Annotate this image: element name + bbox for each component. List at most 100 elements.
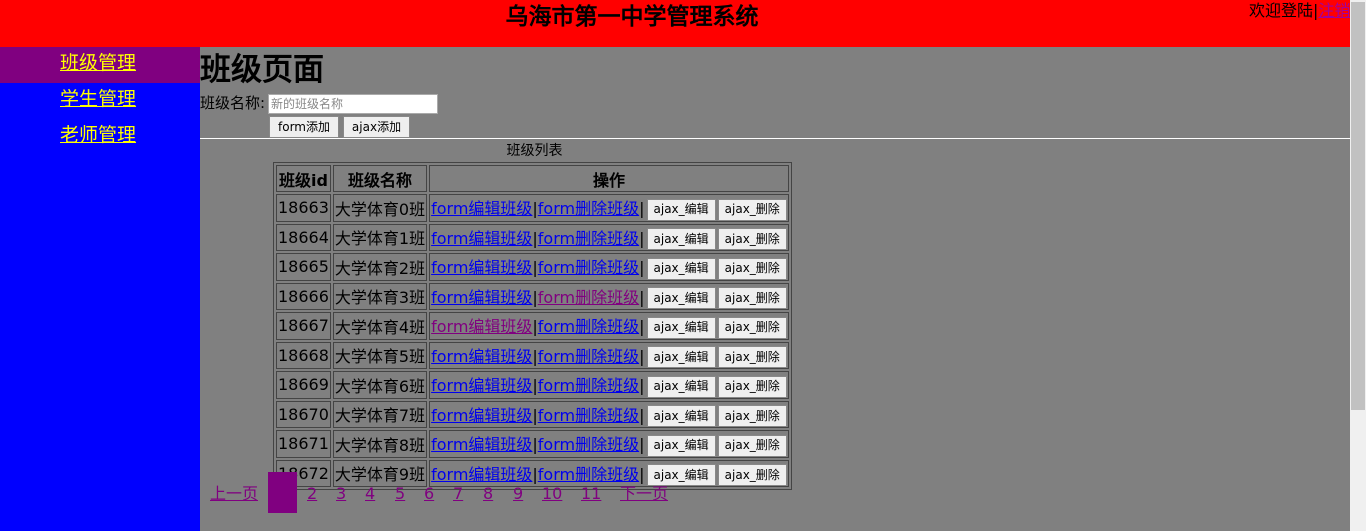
next-page-link[interactable]: 下一页 xyxy=(620,484,668,504)
page-link-8[interactable]: 8 xyxy=(483,484,493,504)
prev-page-link[interactable]: 上一页 xyxy=(210,484,258,504)
link-separator: | xyxy=(639,258,645,277)
ajax-delete-button[interactable]: ajax_删除 xyxy=(717,316,787,339)
class-id-cell: 18668 xyxy=(276,341,331,369)
form-edit-class-link[interactable]: form编辑班级 xyxy=(431,199,532,218)
link-separator: | xyxy=(639,199,645,218)
link-separator: | xyxy=(639,376,645,395)
class-name-cell: 大学体育2班 xyxy=(332,253,428,281)
page-link-4[interactable]: 4 xyxy=(365,484,375,504)
form-edit-class-link[interactable]: form编辑班级 xyxy=(431,258,532,277)
form-delete-class-link[interactable]: form删除班级 xyxy=(538,406,639,425)
class-name-input[interactable] xyxy=(268,94,438,114)
table-header-row: 班级id 班级名称 操作 xyxy=(276,165,789,192)
class-name-label: 班级名称: xyxy=(200,94,266,112)
actions-cell: form编辑班级|form删除班级| ajax_编辑 ajax_删除 xyxy=(429,194,789,222)
ajax-delete-button[interactable]: ajax_删除 xyxy=(717,287,787,309)
table-row: 18670 大学体育7班 form编辑班级|form删除班级| ajax_编辑 ajax… xyxy=(276,400,789,428)
column-header-actions: 操作 xyxy=(429,165,789,192)
page-link-3[interactable]: 3 xyxy=(336,484,346,504)
sidebar-item-teacher-management[interactable]: 老师管理 xyxy=(0,119,200,155)
form-edit-class-link[interactable]: form编辑班级 xyxy=(431,229,532,248)
link-separator: | xyxy=(639,405,645,425)
sidebar-item-student-management[interactable]: 学生管理 xyxy=(0,83,200,119)
class-name-cell: 大学体育6班 xyxy=(332,371,428,399)
form-add-button[interactable]: form添加 xyxy=(269,116,339,138)
divider xyxy=(200,138,1350,139)
form-edit-class-link[interactable]: form编辑班级 xyxy=(431,376,532,395)
ajax-edit-button[interactable]: ajax_编辑 xyxy=(646,228,716,250)
ajax-edit-button[interactable]: ajax_编辑 xyxy=(646,257,716,280)
link-separator: | xyxy=(639,346,645,366)
sidebar-item-label[interactable]: 老师管理 xyxy=(60,123,136,147)
page-link-5[interactable]: 5 xyxy=(395,484,405,504)
sidebar-item-label[interactable]: 班级管理 xyxy=(60,51,136,75)
link-separator: | xyxy=(639,287,645,307)
ajax-edit-button[interactable]: ajax_编辑 xyxy=(646,198,716,221)
sidebar-item-label[interactable]: 学生管理 xyxy=(60,87,136,111)
ajax-edit-button[interactable]: ajax_编辑 xyxy=(646,346,716,368)
ajax-add-button[interactable]: ajax添加 xyxy=(343,116,410,138)
class-name-cell: 大学体育7班 xyxy=(332,400,428,428)
current-page-number: 1 xyxy=(278,484,289,503)
ajax-edit-button[interactable]: ajax_编辑 xyxy=(646,434,716,457)
site-title: 乌海市第一中学管理系统 xyxy=(505,4,759,30)
column-header-id: 班级id xyxy=(276,165,331,192)
ajax-delete-button[interactable]: ajax_删除 xyxy=(717,375,787,398)
ajax-delete-button[interactable]: ajax_删除 xyxy=(717,405,787,427)
ajax-delete-button[interactable]: ajax_删除 xyxy=(717,198,787,221)
form-delete-class-link[interactable]: form删除班级 xyxy=(538,229,639,248)
class-id-cell: 18669 xyxy=(276,371,331,399)
actions-cell: form编辑班级|form删除班级| ajax_编辑 ajax_删除 xyxy=(429,253,789,281)
table-row: 18665 大学体育2班 form编辑班级|form删除班级| ajax_编辑 ajax… xyxy=(276,253,789,281)
form-delete-class-link[interactable]: form删除班级 xyxy=(538,435,639,454)
actions-cell: form编辑班级|form删除班级| ajax_编辑 ajax_删除 xyxy=(429,312,789,340)
page-link-11[interactable]: 11 xyxy=(581,484,601,504)
class-name-cell: 大学体育5班 xyxy=(332,341,428,369)
table-row: 18671 大学体育8班 form编辑班级|form删除班级| ajax_编辑 ajax… xyxy=(276,430,789,458)
actions-cell: form编辑班级|form删除班级| ajax_编辑 ajax_删除 xyxy=(429,371,789,399)
form-delete-class-link[interactable]: form删除班级 xyxy=(538,288,639,307)
ajax-delete-button[interactable]: ajax_删除 xyxy=(717,257,787,280)
ajax-edit-button[interactable]: ajax_编辑 xyxy=(646,405,716,427)
login-area: 欢迎登陆|注销 xyxy=(1249,0,1350,22)
pagination: 上一页 1 2 3 4 5 6 7 8 9 10 11 下一页 xyxy=(200,470,800,513)
class-id-cell: 18667 xyxy=(276,312,331,340)
page-link-9[interactable]: 9 xyxy=(513,484,523,504)
form-delete-class-link[interactable]: form删除班级 xyxy=(538,199,639,218)
ajax-edit-button[interactable]: ajax_编辑 xyxy=(646,375,716,398)
class-id-cell: 18665 xyxy=(276,253,331,281)
page-link-10[interactable]: 10 xyxy=(542,484,562,504)
scrollbar-thumb[interactable] xyxy=(1351,2,1365,410)
actions-cell: form编辑班级|form删除班级| ajax_编辑 ajax_删除 xyxy=(429,341,789,369)
link-separator: | xyxy=(639,317,645,336)
table-row: 18663 大学体育0班 form编辑班级|form删除班级| ajax_编辑 ajax… xyxy=(276,194,789,222)
form-edit-class-link[interactable]: form编辑班级 xyxy=(431,435,532,454)
form-delete-class-link[interactable]: form删除班级 xyxy=(538,317,639,336)
form-delete-class-link[interactable]: form删除班级 xyxy=(538,347,639,366)
ajax-delete-button[interactable]: ajax_删除 xyxy=(717,228,787,250)
form-delete-class-link[interactable]: form删除班级 xyxy=(538,258,639,277)
class-name-cell: 大学体育8班 xyxy=(332,430,428,458)
welcome-text: 欢迎登陆 xyxy=(1249,1,1314,20)
ajax-edit-button[interactable]: ajax_编辑 xyxy=(646,287,716,309)
form-edit-class-link[interactable]: form编辑班级 xyxy=(431,317,532,336)
column-header-name: 班级名称 xyxy=(332,165,428,192)
logout-link[interactable]: 注销 xyxy=(1318,1,1350,20)
actions-cell: form编辑班级|form删除班级| ajax_编辑 ajax_删除 xyxy=(429,430,789,458)
ajax-delete-button[interactable]: ajax_删除 xyxy=(717,434,787,457)
form-delete-class-link[interactable]: form删除班级 xyxy=(538,376,639,395)
actions-cell: form编辑班级|form删除班级| ajax_编辑 ajax_删除 xyxy=(429,282,789,310)
ajax-delete-button[interactable]: ajax_删除 xyxy=(717,346,787,368)
page-link-6[interactable]: 6 xyxy=(424,484,434,504)
form-edit-class-link[interactable]: form编辑班级 xyxy=(431,288,532,307)
form-edit-class-link[interactable]: form编辑班级 xyxy=(431,406,532,425)
table-caption: 班级列表 xyxy=(506,143,563,159)
page-link-7[interactable]: 7 xyxy=(453,484,463,504)
ajax-edit-button[interactable]: ajax_编辑 xyxy=(646,316,716,339)
page-link-2[interactable]: 2 xyxy=(307,484,317,504)
sidebar-item-class-management[interactable]: 班级管理 xyxy=(0,47,200,83)
class-name-cell: 大学体育4班 xyxy=(332,312,428,340)
link-separator: | xyxy=(639,228,645,248)
form-edit-class-link[interactable]: form编辑班级 xyxy=(431,347,532,366)
